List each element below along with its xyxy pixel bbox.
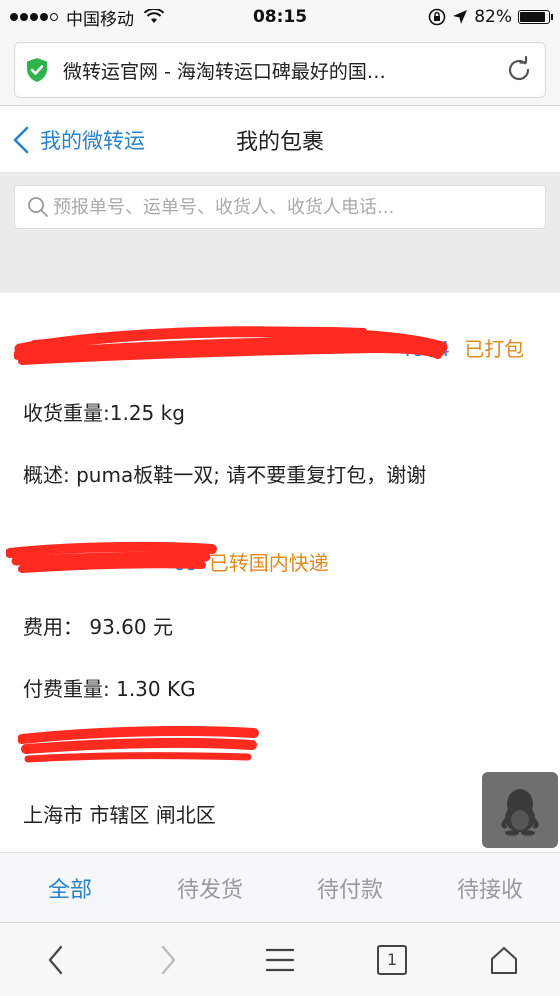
parcel-2-paid-weight: 付费重量: 1.30 KG — [23, 677, 196, 701]
parcel-2-fee: 费用： 93.60 元 — [23, 615, 173, 639]
parcel-2-status: 已转国内快递 — [208, 551, 329, 575]
qq-penguin-icon — [501, 789, 539, 836]
tab-pending-receipt[interactable]: 待接收 — [420, 853, 560, 922]
tab-count: 1 — [386, 950, 398, 969]
browser-address-bar: 微转运官网 - 海淘转运口碑最好的国… — [0, 34, 560, 106]
tab-all[interactable]: 全部 — [0, 853, 140, 922]
parcel-1-status: 已打包 — [464, 337, 525, 361]
qq-chat-button[interactable] — [482, 772, 558, 848]
url-field[interactable]: 微转运官网 - 海淘转运口碑最好的国… — [14, 42, 546, 98]
browser-menu-button[interactable] — [250, 930, 310, 990]
battery-fill — [520, 12, 545, 22]
parcel-2-address: 上海市 市辖区 闸北区 — [23, 803, 216, 827]
carrier-name: 中国移动 — [66, 9, 134, 30]
battery-icon — [518, 10, 553, 24]
redaction-scribble — [6, 541, 217, 573]
back-button[interactable]: 我的微转运 — [10, 107, 145, 173]
status-left: 中国移动 — [10, 5, 210, 30]
home-icon — [491, 946, 517, 974]
chevron-right-icon — [161, 945, 176, 974]
back-label: 我的微转运 — [40, 129, 145, 153]
nav-bar: 我的微转运 我的包裹 — [0, 107, 560, 173]
redaction-scribble — [14, 326, 448, 365]
tab-pending-shipment[interactable]: 待发货 — [140, 853, 280, 922]
chevron-left-icon — [13, 126, 29, 154]
search-area — [0, 173, 560, 241]
browser-home-button[interactable] — [474, 930, 534, 990]
battery-percent: 82% — [474, 7, 512, 27]
status-bar: 中国移动 08:15 82% — [0, 0, 560, 34]
page-title-text: 微转运官网 - 海淘转运口碑最好的国… — [63, 60, 386, 83]
search-icon — [28, 197, 48, 217]
tab-pending-payment[interactable]: 待付款 — [280, 853, 420, 922]
chevron-left-icon — [48, 945, 63, 974]
redaction-scribble — [18, 726, 259, 763]
status-right: 82% — [428, 7, 553, 27]
parcel-1-weight: 收货重量:1.25 kg — [23, 401, 185, 425]
browser-toolbar: 1 — [0, 922, 560, 996]
signal-strength-icon — [10, 13, 58, 21]
orientation-lock-icon — [428, 8, 446, 26]
search-input[interactable] — [53, 196, 533, 218]
search-box — [14, 185, 546, 229]
reload-icon[interactable] — [503, 54, 535, 86]
menu-icon — [266, 948, 294, 971]
parcel-1-description: 概述: puma板鞋一双; 请不要重复打包，谢谢 — [23, 463, 427, 487]
secure-shield-icon — [27, 58, 47, 82]
browser-back-button[interactable] — [26, 930, 86, 990]
browser-tabs-button[interactable]: 1 — [362, 930, 422, 990]
parcel-list[interactable]: 4054 已打包 收货重量:1.25 kg 概述: puma板鞋一双; 请不要重… — [0, 293, 560, 851]
browser-forward-button[interactable] — [138, 930, 198, 990]
section-spacer — [0, 241, 560, 293]
filter-tab-bar: 全部 待发货 待付款 待接收 — [0, 852, 560, 922]
wifi-icon — [144, 9, 164, 23]
location-arrow-icon — [453, 10, 468, 24]
